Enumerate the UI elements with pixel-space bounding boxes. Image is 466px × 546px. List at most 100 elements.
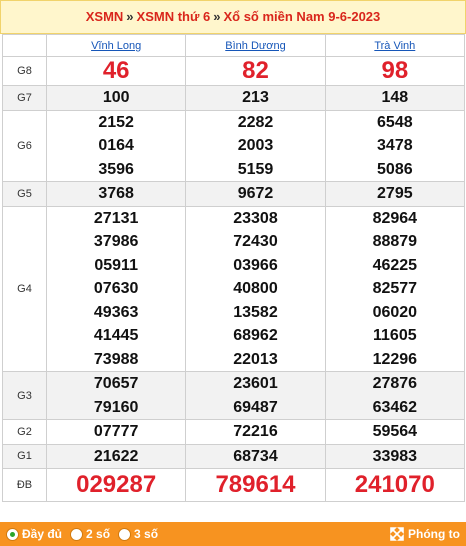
prize-cell: 23308 72430 03966 40800 13582 68962 22013: [185, 205, 326, 372]
zoom-button[interactable]: Phóng to: [390, 527, 460, 541]
breadcrumb-link-xo-so-mien-nam[interactable]: Xổ số miền Nam 9-6-2023: [223, 9, 380, 24]
prize-number: 3596: [98, 160, 134, 178]
prize-row: G5 3768 9672 2795: [2, 181, 465, 207]
prize-number: 11605: [373, 327, 417, 344]
option-label: 2 số: [86, 527, 111, 541]
prize-cell: 72216: [185, 419, 326, 445]
prize-number: 148: [381, 89, 409, 106]
prize-cell: 68734: [185, 443, 326, 469]
prize-number: 05911: [94, 256, 138, 274]
prize-cell: 9672: [185, 181, 326, 207]
radio-icon[interactable]: [6, 527, 19, 541]
prize-number: 789614: [215, 471, 296, 498]
prize-cell: 46: [45, 56, 187, 86]
prize-number: 03966: [233, 256, 278, 274]
prize-cell: 2795: [324, 181, 465, 207]
prize-number: 100: [102, 89, 130, 106]
prize-cell: 59564: [324, 419, 465, 445]
prize-number: 49363: [93, 303, 139, 321]
province-header: Vĩnh Long: [45, 34, 187, 57]
prize-cell: 23601 69487: [185, 371, 326, 420]
prize-number: 3768: [98, 185, 134, 202]
radio-icon[interactable]: [70, 527, 84, 541]
option-label: 3 số: [134, 527, 159, 541]
prize-number: 98: [381, 57, 409, 84]
prize-number: 9672: [237, 185, 274, 202]
prize-number: 0164: [98, 137, 134, 154]
prize-cell: 148: [324, 85, 465, 111]
prize-cell: 33983: [324, 443, 465, 469]
prize-number: 82577: [372, 280, 418, 297]
prize-number: 82: [242, 57, 269, 84]
prize-cell: 241070: [324, 468, 465, 502]
prize-cell: 100: [45, 85, 187, 111]
prize-number: 06020: [372, 303, 418, 321]
prize-number: 37986: [93, 233, 139, 250]
prize-number: 5159: [237, 160, 274, 178]
prize-cell: 2152 0164 3596: [45, 109, 187, 182]
option-3-digits[interactable]: 3 số: [118, 527, 158, 541]
prize-label: G1: [2, 443, 47, 469]
prize-cell: 82: [185, 56, 326, 86]
prize-number: 79160: [93, 398, 139, 416]
option-label: Đầy đủ: [22, 527, 63, 541]
province-header: Bình Dương: [185, 34, 326, 57]
province-link-tra-vinh[interactable]: Trà Vinh: [374, 40, 415, 52]
prize-number: 72430: [233, 233, 278, 250]
prize-number: 213: [242, 89, 269, 106]
prize-number: 07630: [93, 280, 139, 297]
prize-row: G4 27131 37986 05911 07630 49363 41445 73988 233…: [2, 205, 465, 372]
prize-label: ĐB: [2, 468, 47, 502]
option-2-digits[interactable]: 2 số: [70, 527, 110, 541]
prize-number: 21622: [93, 447, 139, 465]
prize-row: G3 70657 79160 23601 69487 27876 63462: [2, 371, 465, 420]
prize-cell: 27131 37986 05911 07630 49363 41445 73988: [45, 205, 187, 372]
breadcrumb-link-xsmn-thu-6[interactable]: XSMN thứ 6: [137, 9, 211, 24]
prize-number: 41445: [93, 327, 139, 344]
prize-number: 23308: [233, 209, 278, 227]
prize-number: 59564: [372, 423, 418, 440]
prize-cell: 213: [185, 85, 326, 111]
prize-number: 73988: [93, 350, 139, 368]
prize-label: G8: [2, 56, 47, 86]
province-link-binh-duong[interactable]: Bình Dương: [225, 40, 285, 52]
province-header-row: Vĩnh Long Bình Dương Trà Vinh: [2, 34, 465, 57]
prize-number: 13582: [233, 303, 278, 321]
prize-number: 6548: [377, 113, 413, 131]
prize-row: G1 21622 68734 33983: [2, 443, 465, 469]
prize-cell: 21622: [45, 443, 187, 469]
prize-number: 72216: [233, 423, 278, 440]
breadcrumb-link-xsmn[interactable]: XSMN: [86, 9, 124, 24]
prize-number: 2282: [237, 113, 274, 131]
prize-number: 68962: [233, 327, 278, 344]
prize-number: 22013: [233, 350, 278, 368]
prize-label: G7: [2, 85, 47, 111]
prize-cell: 2282 2003 5159: [185, 109, 326, 182]
prize-number: 2152: [98, 113, 134, 131]
province-header: Trà Vinh: [324, 34, 465, 57]
option-full[interactable]: Đầy đủ: [6, 527, 62, 541]
prize-number: 33983: [372, 447, 418, 465]
prize-label: G3: [2, 371, 47, 420]
province-link-vinh-long[interactable]: Vĩnh Long: [91, 40, 141, 52]
prize-number: 27131: [93, 209, 139, 227]
prize-label: G4: [2, 205, 47, 372]
prize-cell: 27876 63462: [324, 371, 465, 420]
prize-number: 40800: [233, 280, 278, 297]
breadcrumb-separator: »: [126, 9, 134, 24]
prize-row: G6 2152 0164 3596 2282 2003 5159 6548 3478 5086: [2, 109, 465, 182]
breadcrumb-separator: »: [213, 9, 221, 24]
radio-icon[interactable]: [118, 527, 132, 541]
display-options-bar: Đầy đủ 2 số 3 số Phóng to: [0, 522, 466, 546]
prize-number: 241070: [354, 471, 435, 498]
prize-cell: 07777: [45, 419, 187, 445]
prize-number: 46225: [372, 256, 418, 274]
zoom-label: Phóng to: [408, 527, 460, 541]
prize-number: 3478: [377, 137, 413, 154]
prize-cell: 70657 79160: [45, 371, 187, 420]
prize-label: G5: [2, 181, 47, 207]
prize-label: G2: [2, 419, 47, 445]
prize-cell: 82964 88879 46225 82577 06020 11605 12296: [324, 205, 465, 372]
prize-cell: 3768: [45, 181, 187, 207]
prize-number: 69487: [233, 398, 278, 416]
